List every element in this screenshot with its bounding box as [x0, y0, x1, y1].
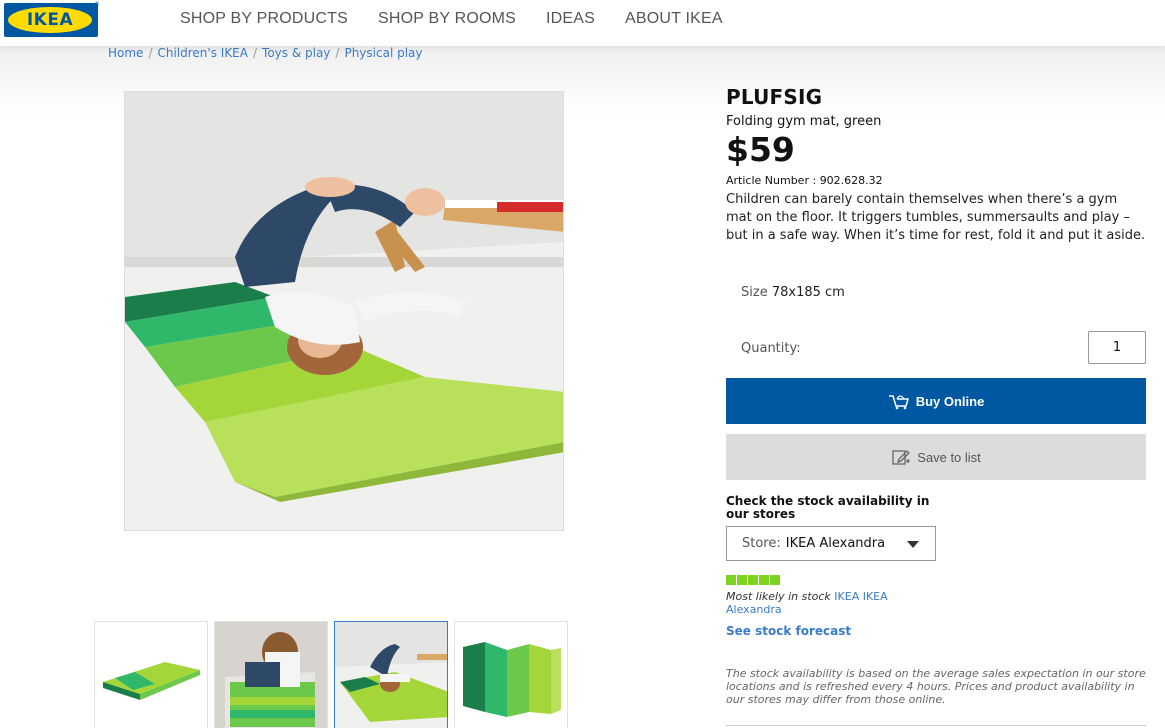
stock-message: Most likely in stock IKEA IKEA Alexandra	[726, 590, 906, 616]
thumbnail-4[interactable]	[454, 621, 568, 728]
logo-oval: IKEA	[8, 7, 92, 33]
thumbnail-2[interactable]	[214, 621, 328, 728]
registered-mark: ®	[94, 1, 100, 8]
product-price: $59	[726, 130, 795, 169]
size-label: Size	[741, 285, 768, 300]
breadcrumb-separator: /	[148, 46, 153, 60]
breadcrumb-separator: /	[252, 46, 258, 60]
article-number-value: 902.628.32	[819, 174, 883, 187]
breadcrumb: Home / Children's IKEA / Toys & play / P…	[108, 46, 423, 60]
article-number-label: Article Number :	[726, 174, 817, 187]
stock-level-segment	[726, 575, 736, 585]
main-nav: SHOP BY PRODUCTS SHOP BY ROOMS IDEAS ABO…	[180, 10, 723, 28]
thumbnail-1[interactable]	[94, 621, 208, 728]
chevron-down-icon	[907, 541, 919, 548]
nav-shop-by-products[interactable]: SHOP BY PRODUCTS	[180, 10, 348, 28]
stock-check-title: Check the stock availability in our stor…	[726, 494, 930, 521]
nav-ideas[interactable]: IDEAS	[546, 10, 595, 28]
size-value: 78x185 cm	[771, 285, 845, 300]
product-subtitle: Folding gym mat, green	[726, 114, 882, 129]
quantity-input[interactable]	[1088, 331, 1146, 364]
nav-shop-by-rooms[interactable]: SHOP BY ROOMS	[378, 10, 516, 28]
breadcrumb-toys-play[interactable]: Toys & play	[262, 46, 330, 60]
cart-icon	[888, 395, 909, 410]
thumbnail-3-selected[interactable]	[334, 621, 448, 728]
breadcrumb-separator: /	[335, 46, 340, 60]
breadcrumb-physical-play[interactable]: Physical play	[344, 46, 422, 60]
stock-forecast-link[interactable]: See stock forecast	[726, 624, 851, 638]
edit-list-icon	[892, 450, 911, 465]
thumb-girl-tumbling	[335, 622, 447, 728]
product-size: Size 78x185 cm	[741, 285, 845, 300]
stock-level-indicator	[726, 575, 780, 585]
product-main-image[interactable]	[124, 91, 564, 531]
stock-level-segment	[759, 575, 769, 585]
store-select-label: Store:	[742, 536, 781, 551]
thumb-flat-mat	[103, 662, 200, 700]
product-name: PLUFSIG	[726, 85, 823, 109]
ikea-logo[interactable]: IKEA ®	[4, 1, 100, 37]
quantity-label: Quantity:	[741, 341, 801, 356]
site-header: IKEA ® SHOP BY PRODUCTS SHOP BY ROOMS ID…	[0, 0, 1165, 46]
stock-disclaimer: The stock availability is based on the a…	[726, 667, 1146, 706]
buy-online-button[interactable]: Buy Online	[726, 378, 1146, 424]
stock-status-text: Most likely in stock	[726, 590, 831, 603]
store-select-value: IKEA Alexandra	[785, 536, 886, 551]
store-select[interactable]: Store: IKEA Alexandra	[726, 526, 936, 561]
save-to-list-label: Save to list	[917, 449, 981, 465]
product-info: PLUFSIG Folding gym mat, green $59 Artic…	[726, 85, 1146, 726]
breadcrumb-childrens-ikea[interactable]: Children's IKEA	[157, 46, 248, 60]
breadcrumb-home[interactable]: Home	[108, 46, 143, 60]
stock-level-segment	[770, 575, 780, 585]
stock-level-segment	[737, 575, 747, 585]
article-number: Article Number : 902.628.32	[726, 174, 1146, 187]
thumb-folded-mat	[463, 642, 561, 717]
thumb-girl-sitting	[215, 622, 327, 728]
divider	[726, 725, 1146, 726]
logo-text: IKEA	[26, 10, 74, 30]
save-to-list-button[interactable]: Save to list	[726, 434, 1146, 480]
gym-mat-photo	[125, 92, 563, 530]
thumbnail-gallery	[94, 621, 568, 728]
buy-online-label: Buy Online	[915, 393, 985, 409]
stock-level-segment	[748, 575, 758, 585]
nav-about-ikea[interactable]: ABOUT IKEA	[625, 10, 723, 28]
product-description: Children can barely contain themselves w…	[726, 192, 1146, 243]
